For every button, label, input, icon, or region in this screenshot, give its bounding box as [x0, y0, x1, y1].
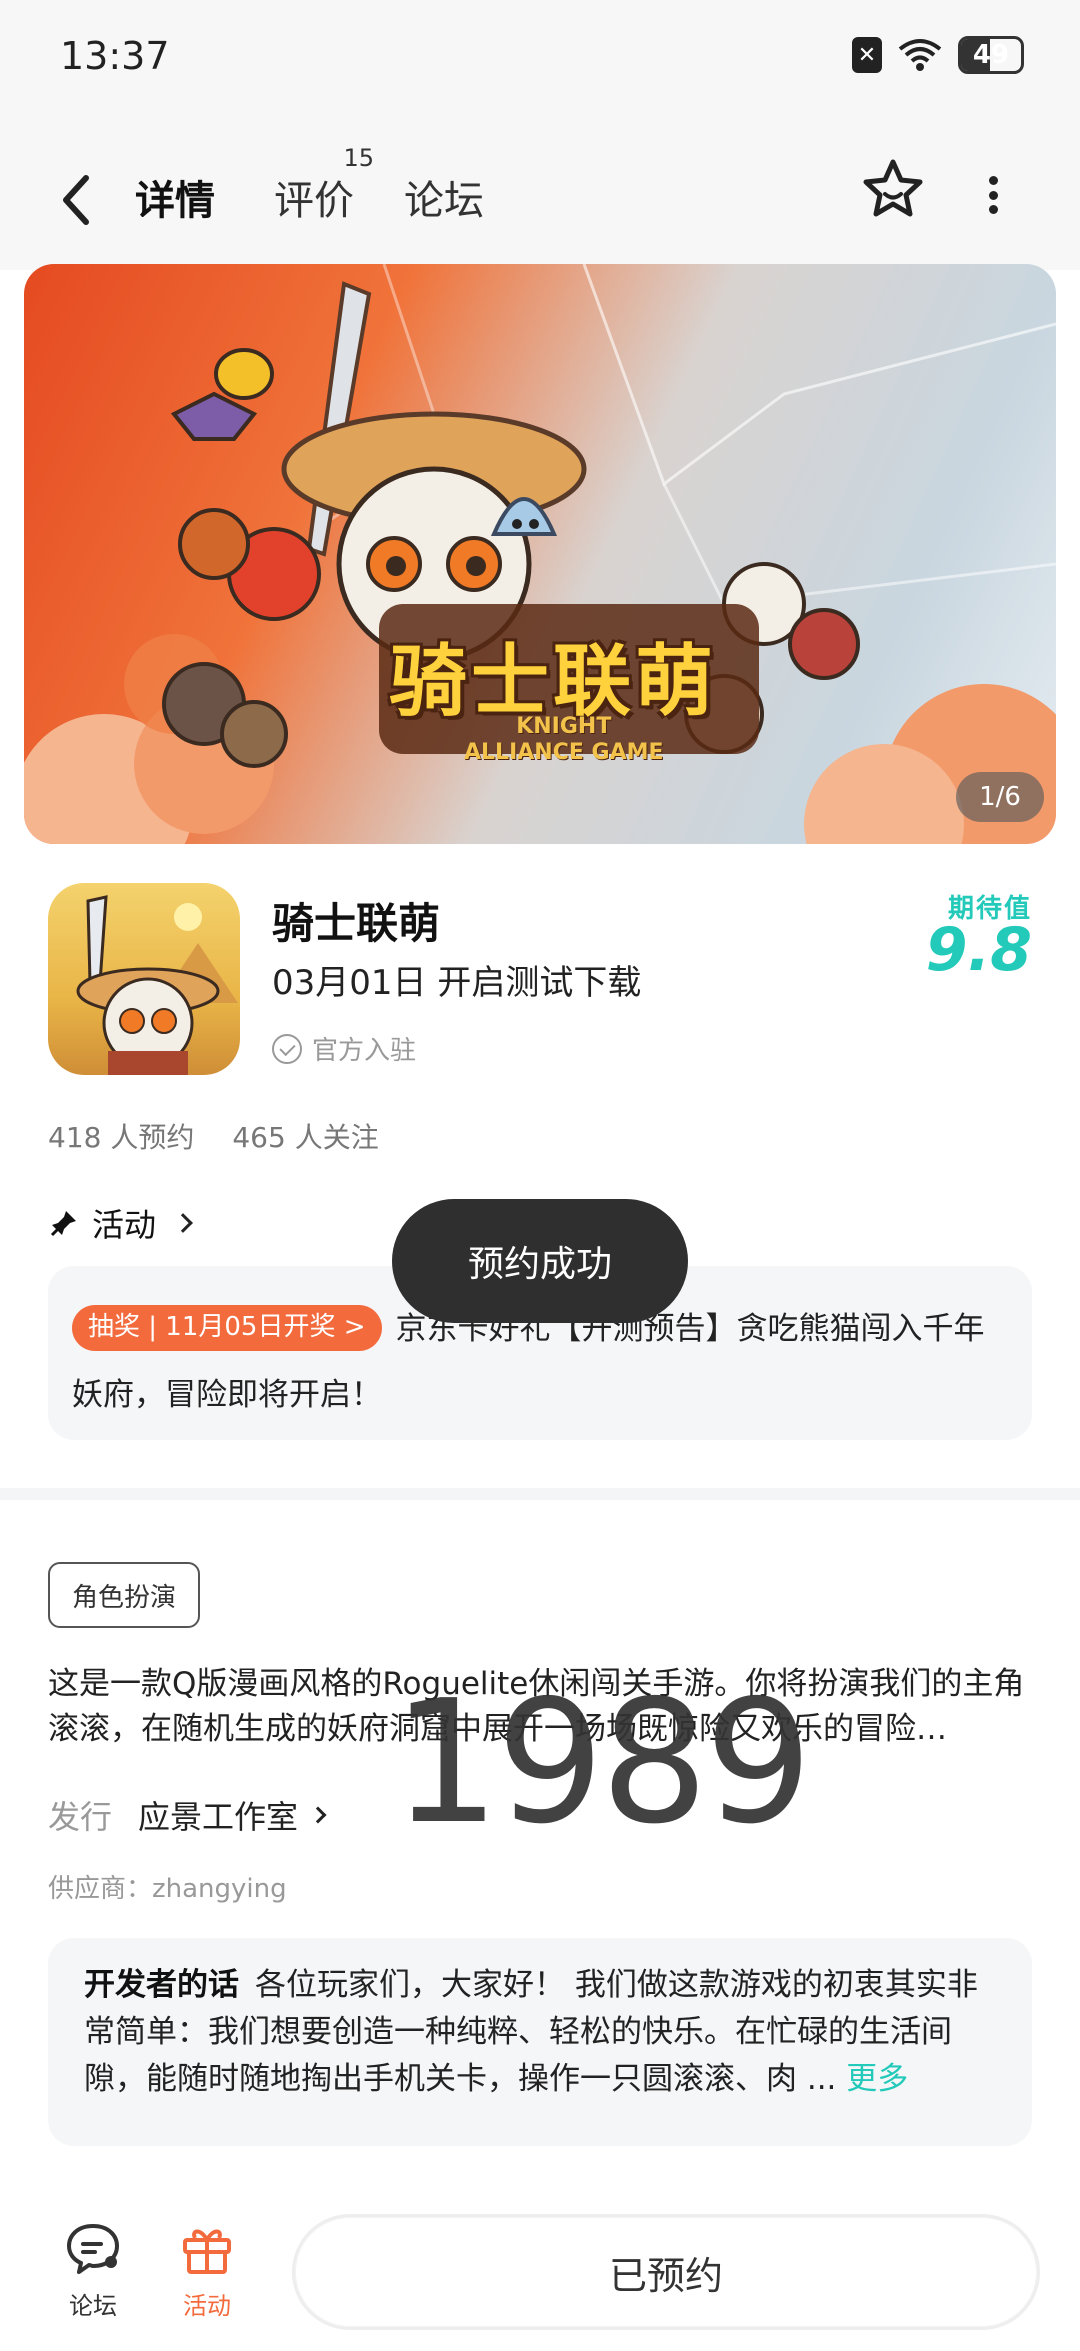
developer-note-card[interactable]: 开发者的话 各位玩家们，大家好！ 我们做这款游戏的初衷其实非常简单：我们想要创造一…: [48, 1938, 1032, 2146]
status-icons: ✕ 49: [852, 36, 1024, 74]
official-label: 官方入驻: [312, 1036, 417, 1066]
bottom-nav-activity[interactable]: 活动: [162, 2216, 252, 2321]
bottom-nav-activity-label: 活动: [183, 2292, 231, 2320]
publisher-name: 应景工作室: [138, 1798, 299, 1836]
forum-chat-icon: [67, 2224, 119, 2274]
app-icon: [48, 883, 240, 1075]
publisher-label: 发行: [48, 1798, 113, 1836]
pin-icon: [50, 1211, 76, 1237]
top-nav: 详情 评价 15 论坛: [0, 120, 1080, 270]
official-badge: 官方入驻: [272, 1030, 416, 1067]
bottom-nav-forum-label: 论坛: [69, 2292, 117, 2320]
banner-subtitle-line2: ALLIANCE GAME: [464, 740, 664, 765]
activity-section-header[interactable]: 活动: [50, 1200, 193, 1246]
bottom-action-bar: 论坛 活动 已预约: [0, 2186, 1080, 2351]
more-options-icon[interactable]: [978, 170, 1008, 220]
reservation-count: 418 人预约: [48, 1121, 195, 1154]
battery-level: 49: [972, 40, 1010, 70]
chevron-right-icon: [309, 1806, 327, 1824]
tab-forum-label: 论坛: [404, 178, 484, 224]
review-count-badge: 15: [343, 144, 374, 172]
bottom-nav-forum[interactable]: 论坛: [48, 2216, 138, 2321]
wifi-icon: [898, 39, 942, 71]
more-link[interactable]: 更多: [846, 2061, 908, 2097]
verified-check-icon: [272, 1033, 302, 1064]
status-time: 13:37: [60, 34, 170, 78]
activity-heading: 活动: [92, 1206, 157, 1244]
favorite-star-icon[interactable]: [860, 156, 926, 222]
app-icon-art: [76, 895, 238, 1075]
genre-tag[interactable]: 角色扮演: [48, 1562, 201, 1628]
watermark-number: 1989: [392, 1664, 813, 1862]
banner-subtitle-line1: KNIGHT: [516, 714, 612, 739]
tab-detail-label: 详情: [135, 178, 215, 224]
follower-count: 465 人关注: [232, 1121, 379, 1154]
expectation-score: 9.8: [925, 915, 1032, 985]
app-test-date: 03月01日 开启测试下载: [272, 963, 642, 1003]
app-stats: 418 人预约 465 人关注: [48, 1116, 379, 1156]
publisher-row[interactable]: 发行 应景工作室: [48, 1792, 327, 1838]
banner-page-counter: 1/6: [956, 772, 1044, 822]
reservation-success-toast: 预约成功: [392, 1199, 688, 1323]
publisher-value: 应景工作室: [138, 1792, 327, 1838]
banner-logo-subtitle: KNIGHT ALLIANCE GAME: [464, 714, 664, 766]
tab-forum[interactable]: 论坛: [404, 168, 484, 226]
developer-note-label: 开发者的话: [84, 1967, 239, 2003]
section-divider: [0, 1488, 1080, 1500]
chevron-right-icon: [173, 1213, 193, 1233]
no-sim-icon: ✕: [852, 37, 882, 73]
gift-icon: [183, 2229, 231, 2274]
tab-detail[interactable]: 详情: [131, 168, 219, 226]
back-arrow-icon[interactable]: [52, 170, 102, 230]
reserved-button[interactable]: 已预约: [292, 2214, 1040, 2330]
tab-review-label: 评价: [274, 178, 354, 224]
app-title: 骑士联萌: [272, 899, 441, 948]
game-banner[interactable]: 骑士联萌 KNIGHT ALLIANCE GAME 1/6: [24, 264, 1056, 844]
battery-icon: 49: [958, 36, 1024, 74]
lottery-tag: 抽奖 | 11月05日开奖 >: [72, 1305, 382, 1351]
status-bar: 13:37 ✕ 49: [0, 0, 1080, 120]
tab-review[interactable]: 评价 15: [274, 144, 374, 226]
supplier-info: 供应商：zhangying: [48, 1874, 287, 1904]
